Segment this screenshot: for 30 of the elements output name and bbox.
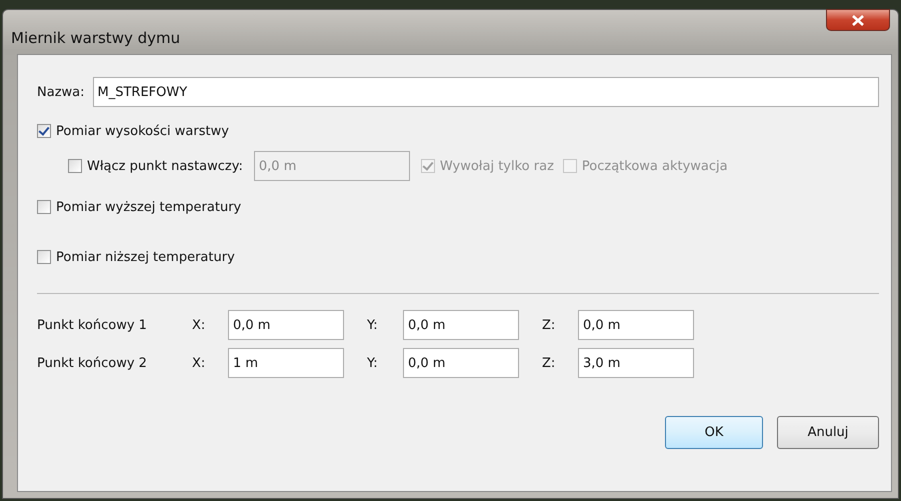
axis-label: Z:	[542, 356, 556, 370]
checkbox[interactable]	[37, 250, 51, 264]
axis-label: X:	[192, 318, 206, 332]
coordinate-field[interactable]: 0,0 m	[228, 310, 344, 340]
coordinate-field[interactable]: 0,0 m	[403, 348, 519, 378]
checkbox-label: Wywołaj tylko raz	[440, 158, 554, 174]
name-label: Nazwa:	[37, 84, 84, 100]
close-icon	[852, 14, 864, 26]
coordinate-field[interactable]: 0,0 m	[578, 310, 694, 340]
coordinate-field[interactable]: 1 m	[228, 348, 344, 378]
axis-label: Y:	[367, 356, 379, 370]
ok-button[interactable]: OK	[665, 416, 763, 449]
coordinate-field[interactable]: 0,0 m	[403, 310, 519, 340]
name-field[interactable]: M_STREFOWY	[92, 77, 879, 107]
checkbox-label: Pomiar wysokości warstwy	[56, 124, 229, 138]
endpoint-label: Punkt końcowy 1	[37, 318, 148, 332]
endpoint-label: Punkt końcowy 2	[37, 356, 148, 370]
close-button[interactable]	[826, 9, 890, 31]
axis-label: Y:	[367, 318, 379, 332]
checkbox-label: Pomiar niższej temperatury	[56, 250, 235, 264]
axis-label: Z:	[542, 318, 556, 332]
coordinate-field[interactable]: 3,0 m	[578, 348, 694, 378]
window-title: Miernik warstwy dymu	[11, 29, 180, 47]
checkbox-label: Włącz punkt nastawczy:	[87, 158, 243, 174]
checkbox[interactable]	[37, 200, 51, 214]
checkbox[interactable]	[37, 124, 51, 138]
checkbox-label: Pomiar wyższej temperatury	[56, 200, 242, 214]
cancel-button[interactable]: Anuluj	[777, 416, 879, 449]
checkbox-label: Początkowa aktywacja	[582, 158, 728, 174]
axis-label: X:	[192, 356, 206, 370]
